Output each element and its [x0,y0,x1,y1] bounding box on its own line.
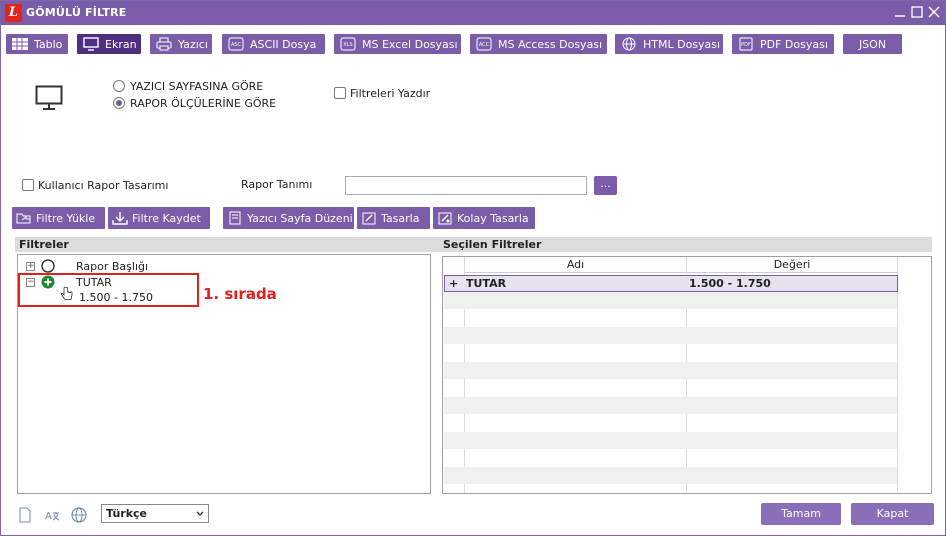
svg-text:ASC: ASC [231,42,242,48]
filtreler-header: Filtreler [15,237,439,252]
radio-yazici-sayfasina-gore[interactable] [113,80,125,92]
tab-yazici-label: Yazıcı [178,37,208,51]
tab-ekran-label: Ekran [105,37,137,51]
tasarla-label: Tasarla [381,211,420,225]
column-degeri[interactable]: Değeri [687,257,897,273]
secilen-filtreler-header: Seçilen Filtreler [439,237,932,252]
download-icon [112,210,128,226]
tab-json[interactable]: JSON [843,34,902,54]
filtreleri-yazdir-checkbox[interactable] [334,87,346,99]
filtre-yukle-label: Filtre Yükle [36,211,96,225]
column-adi[interactable]: Adı [465,257,687,273]
grid-empty-row [444,397,897,414]
radio-rapor-olculerine-gore[interactable] [113,97,125,109]
language-select[interactable]: Türkçe [101,504,209,523]
filtreleri-yazdir-label: Filtreleri Yazdır [350,87,431,100]
annotation-label: 1. sırada [203,285,277,303]
globe-icon [621,37,637,51]
tree-item-rapor-basligi[interactable]: Rapor Başlığı [76,260,148,273]
chevron-down-icon [196,511,204,516]
globe-icon[interactable] [71,507,87,523]
svg-text:PDF: PDF [741,42,751,48]
tab-access-label: MS Access Dosyası [498,37,603,51]
rapor-tanimi-label: Rapor Tanımı [241,178,313,191]
tab-html[interactable]: HTML Dosyası [615,34,723,54]
tab-tablo[interactable]: Tablo [6,34,68,54]
row-name: TUTAR [466,277,507,290]
radio-yazici-sayfasina-gore-label: YAZICI SAYFASINA GÖRE [130,80,264,93]
tab-excel[interactable]: XLS MS Excel Dosyası [334,34,461,54]
grid-empty-row [444,432,897,449]
radio-rapor-olculerine-gore-label: RAPOR ÖLÇÜLERİNE GÖRE [130,97,277,110]
table-icon [12,37,28,51]
filtre-kaydet-button[interactable]: Filtre Kaydet [108,207,210,229]
screen-preview-icon [35,85,63,110]
rapor-basligi-expander[interactable]: + [26,262,35,271]
table-row[interactable]: + TUTAR 1.500 - 1.750 [444,275,898,292]
close-icon[interactable] [926,4,942,20]
translate-icon[interactable]: A [44,507,60,523]
grid-empty-row [444,362,897,379]
tab-pdf[interactable]: PDF PDF Dosyası [732,34,834,54]
tab-tablo-label: Tablo [34,37,63,51]
printer-icon [156,37,172,51]
row-marker: + [449,277,459,290]
row-value: 1.500 - 1.750 [689,277,771,290]
rapor-tanimi-browse-button[interactable]: ... [594,176,617,195]
window: L GÖMÜLÜ FİLTRE Tablo Ekran Yazıcı ASC A… [0,0,946,536]
filtre-yukle-button[interactable]: Filtre Yükle [12,207,105,229]
tab-ascii-label: ASCII Dosya [250,37,317,51]
app-logo: L [5,4,22,22]
pdf-file-icon: PDF [738,37,754,51]
folder-open-icon [16,210,32,226]
grid-empty-row [444,327,897,344]
yazici-sayfa-duzeni-label: Yazıcı Sayfa Düzeni [247,211,353,225]
filtre-kaydet-label: Filtre Kaydet [132,211,201,225]
maximize-icon[interactable] [909,4,925,20]
rapor-tanimi-input[interactable] [345,176,587,195]
design-icon [361,210,377,226]
page-layout-icon [227,210,243,226]
tab-ascii[interactable]: ASC ASCII Dosya [222,34,325,54]
tasarla-button[interactable]: Tasarla [357,207,430,229]
tab-pdf-label: PDF Dosyası [760,37,828,51]
tab-html-label: HTML Dosyası [643,37,721,51]
kolay-tasarla-label: Kolay Tasarla [457,211,529,225]
document-icon[interactable] [18,507,32,523]
monitor-icon [83,37,99,51]
svg-text:XLS: XLS [343,42,352,48]
svg-text:A: A [45,511,52,522]
excel-file-icon: XLS [340,37,356,51]
close-button[interactable]: Kapat [851,503,934,525]
kullanici-rapor-tasarimi-label: Kullanıcı Rapor Tasarımı [38,179,169,192]
svg-text:ACC: ACC [479,42,490,48]
easy-design-icon [437,210,453,226]
tab-excel-label: MS Excel Dosyası [362,37,458,51]
ok-button[interactable]: Tamam [761,503,841,525]
kullanici-rapor-tasarimi-checkbox[interactable] [22,179,34,191]
tab-yazici[interactable]: Yazıcı [150,34,212,54]
tab-json-label: JSON [858,37,887,51]
title-bar: L GÖMÜLÜ FİLTRE [1,1,945,25]
grid-empty-row [444,467,897,484]
tab-ekran[interactable]: Ekran [77,34,141,54]
yazici-sayfa-duzeni-button[interactable]: Yazıcı Sayfa Düzeni [223,207,354,229]
grid-empty-row [444,292,897,309]
kolay-tasarla-button[interactable]: Kolay Tasarla [433,207,535,229]
ascii-file-icon: ASC [228,37,244,51]
minimize-icon[interactable] [892,4,908,20]
access-file-icon: ACC [476,37,492,51]
highlight-box [18,273,199,307]
language-select-value: Türkçe [106,507,148,520]
tab-access[interactable]: ACC MS Access Dosyası [470,34,607,54]
window-title: GÖMÜLÜ FİLTRE [26,6,127,19]
empty-circle-icon [41,259,55,273]
